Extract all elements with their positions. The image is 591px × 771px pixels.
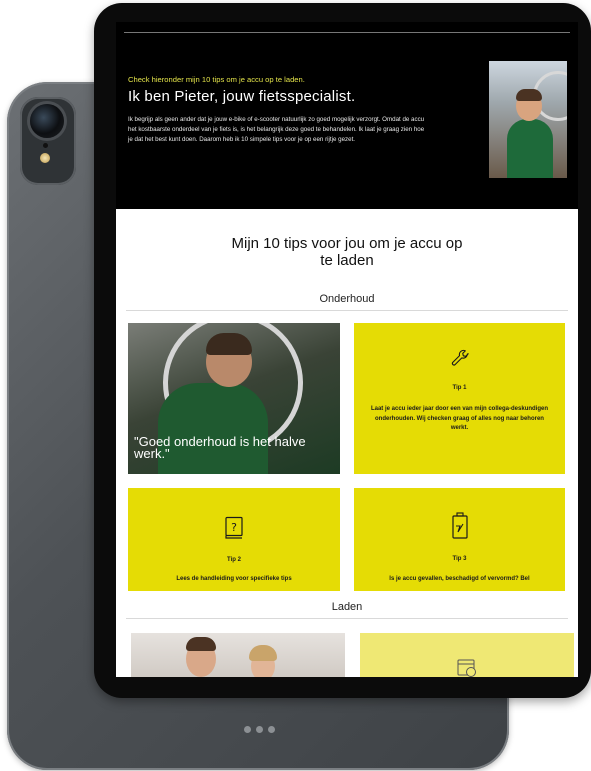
svg-text:?: ? bbox=[231, 521, 237, 534]
laden-tip-card[interactable] bbox=[360, 633, 574, 677]
flash-icon bbox=[40, 153, 50, 163]
specialist-photo bbox=[489, 61, 567, 178]
camera-lens-icon bbox=[30, 104, 64, 138]
quote-text: "Goed onderhoud is het halve werk." bbox=[134, 434, 306, 461]
battery-alert-icon bbox=[451, 512, 468, 539]
group-divider bbox=[126, 618, 568, 619]
tip-text: Is je accu gevallen, beschadigd of vervo… bbox=[389, 576, 530, 582]
tip-label: Tip 1 bbox=[452, 385, 467, 391]
section-title: Mijn 10 tips voor jou om je accu op te l… bbox=[231, 235, 463, 269]
tip-label: Tip 2 bbox=[227, 557, 241, 563]
tablet-screen: Check hieronder mijn 10 tips om je accu … bbox=[116, 22, 578, 677]
group-label-onderhoud: Onderhoud bbox=[319, 293, 375, 305]
hero-divider bbox=[124, 32, 570, 33]
manual-question-icon: ? bbox=[225, 516, 243, 539]
hero-title: Ik ben Pieter, jouw fietsspecialist. bbox=[128, 88, 356, 105]
calendar-clock-icon bbox=[457, 659, 476, 677]
tip-card-3[interactable]: Tip 3 Is je accu gevallen, beschadigd of… bbox=[354, 488, 565, 591]
tips-section: Mijn 10 tips voor jou om je accu op te l… bbox=[116, 209, 578, 677]
mechanics-photo-card bbox=[131, 633, 345, 677]
tip-text: Lees de handleiding voor specifieke tips bbox=[176, 576, 292, 582]
tip-label: Tip 3 bbox=[452, 556, 467, 562]
wrench-icon bbox=[451, 349, 469, 366]
smart-connector bbox=[244, 726, 275, 733]
group-divider bbox=[126, 310, 568, 311]
hero-body: Ik begrijp als geen ander dat je jouw e-… bbox=[128, 116, 425, 143]
tip-card-1[interactable]: Tip 1 Laat je accu ieder jaar door een v… bbox=[354, 323, 565, 474]
hero-kicker: Check hieronder mijn 10 tips om je accu … bbox=[128, 75, 305, 84]
quote-photo-card: "Goed onderhoud is het halve werk." bbox=[128, 323, 340, 474]
tip-text: Laat je accu ieder jaar door een van mij… bbox=[370, 406, 549, 431]
microphone-dot bbox=[43, 143, 48, 148]
tip-card-2[interactable]: ? Tip 2 Lees de handleiding voor specifi… bbox=[128, 488, 340, 591]
group-label-laden: Laden bbox=[331, 601, 363, 613]
